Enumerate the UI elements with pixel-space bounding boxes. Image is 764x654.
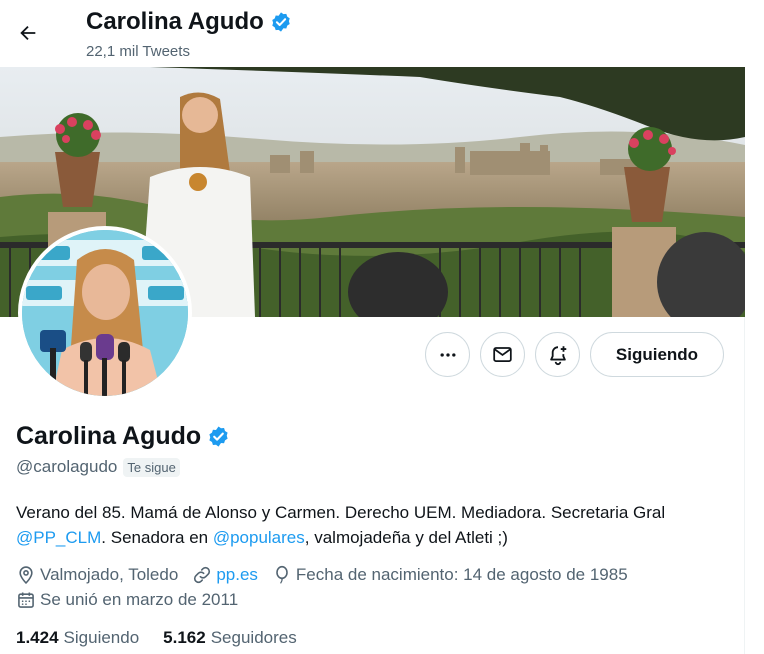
follows-you-badge: Te sigue xyxy=(123,457,180,477)
verified-badge-icon xyxy=(272,12,290,32)
link-icon xyxy=(194,566,211,584)
bio-text-3: , valmojadeña y del Atleti ;) xyxy=(304,528,508,547)
envelope-icon xyxy=(493,347,512,362)
profile-handle: @carolagudo xyxy=(16,457,118,476)
bio-text-2: . Senadora en xyxy=(101,528,213,547)
verified-badge-icon[interactable] xyxy=(207,425,230,448)
profile-meta-row: Valmojado, Toledo pp.es Fecha de nacimie… xyxy=(16,565,628,585)
balloon-icon xyxy=(276,565,288,584)
profile-joined-row: Se unió en marzo de 2011 xyxy=(16,590,238,610)
bio-mention-pp-clm[interactable]: @PP_CLM xyxy=(16,528,101,547)
notifications-button[interactable] xyxy=(535,332,580,377)
birthday-text: Fecha de nacimiento: 14 de agosto de 198… xyxy=(295,565,628,584)
arrow-left-icon xyxy=(20,25,36,41)
tweet-count: 22,1 mil Tweets xyxy=(86,43,190,60)
profile-column: Carolina Agudo 22,1 mil Tweets Siguiendo… xyxy=(0,0,745,654)
birthday-item: Fecha de nacimiento: 14 de agosto de 198… xyxy=(272,565,628,585)
calendar-icon xyxy=(18,592,34,608)
followers-count: 5.162 xyxy=(163,628,206,647)
message-button[interactable] xyxy=(480,332,525,377)
following-count: 1.424 xyxy=(16,628,59,647)
profile-bio: Verano del 85. Mamá de Alonso y Carmen. … xyxy=(16,500,731,550)
following-stat-link[interactable]: 1.424 Siguiendo xyxy=(16,628,139,648)
handle-row: @carolagudo Te sigue xyxy=(16,457,180,477)
more-options-button[interactable] xyxy=(425,332,470,377)
website-item: pp.es xyxy=(192,565,258,585)
profile-header-bar: Carolina Agudo 22,1 mil Tweets xyxy=(0,0,745,67)
followers-stat-link[interactable]: 5.162 Seguidores xyxy=(163,628,297,648)
location-text: Valmojado, Toledo xyxy=(40,565,179,584)
following-label: Siguiendo xyxy=(63,628,140,647)
joined-item: Se unió en marzo de 2011 xyxy=(16,590,238,610)
website-link[interactable]: pp.es xyxy=(216,565,258,585)
more-dots-icon xyxy=(440,352,455,357)
profile-name: Carolina Agudo xyxy=(16,422,202,450)
bio-mention-populares[interactable]: @populares xyxy=(213,528,305,547)
bell-plus-icon xyxy=(549,345,566,365)
header-name: Carolina Agudo xyxy=(86,8,264,35)
profile-avatar[interactable] xyxy=(18,226,192,400)
followers-label: Seguidores xyxy=(210,628,297,647)
profile-name-row: Carolina Agudo xyxy=(16,422,230,451)
follow-stats: 1.424 Siguiendo 5.162 Seguidores xyxy=(16,628,297,648)
bio-text-1: Verano del 85. Mamá de Alonso y Carmen. … xyxy=(16,503,666,522)
joined-text: Se unió en marzo de 2011 xyxy=(40,590,239,609)
header-title: Carolina Agudo xyxy=(86,8,292,36)
back-button[interactable] xyxy=(10,15,46,51)
following-button[interactable]: Siguiendo xyxy=(590,332,724,377)
location-pin-icon xyxy=(19,566,33,585)
location-item: Valmojado, Toledo xyxy=(16,565,178,585)
